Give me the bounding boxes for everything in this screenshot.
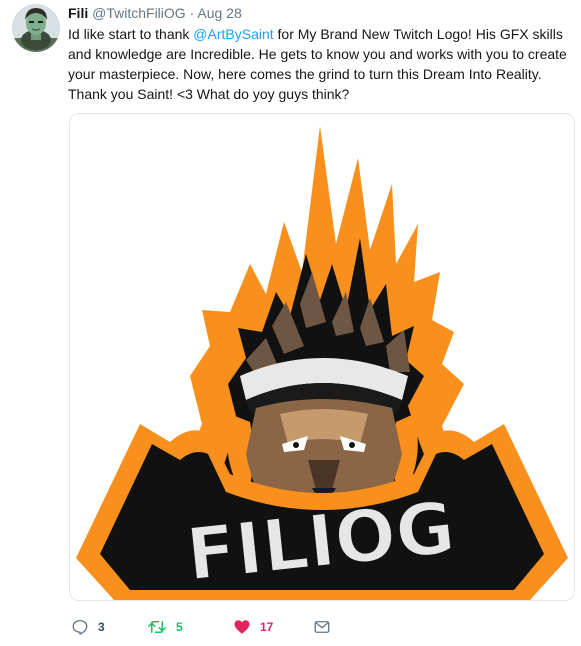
like-count: 17 xyxy=(260,620,274,634)
avatar[interactable] xyxy=(12,4,60,52)
tweet: Fili @TwitchFiliOG · Aug 28 Id like star… xyxy=(0,0,581,646)
envelope-icon xyxy=(314,621,330,633)
author-handle[interactable]: @TwitchFiliOG xyxy=(92,5,186,21)
tweet-content: Fili @TwitchFiliOG · Aug 28 Id like star… xyxy=(68,4,576,104)
avatar-image xyxy=(12,4,60,52)
tweet-text-part-1: Id like start to thank xyxy=(68,26,194,42)
reply-button[interactable]: 3 xyxy=(71,618,147,636)
like-button[interactable]: 17 xyxy=(233,618,313,636)
reply-count: 3 xyxy=(98,620,105,634)
filiog-logo-image: FILIOG xyxy=(76,126,568,600)
retweet-count: 5 xyxy=(176,620,183,634)
tweet-media-image[interactable]: FILIOG xyxy=(69,113,575,601)
tweet-actions: 3 5 17 xyxy=(71,616,331,638)
retweet-button[interactable]: 5 xyxy=(147,618,233,636)
header-separator: · xyxy=(189,5,195,21)
direct-message-button[interactable] xyxy=(313,618,331,636)
reply-icon xyxy=(72,619,88,635)
heart-icon xyxy=(234,620,250,634)
author-name[interactable]: Fili xyxy=(68,5,88,21)
retweet-icon xyxy=(148,621,166,633)
tweet-text: Id like start to thank @ArtBySaint for M… xyxy=(68,24,576,104)
tweet-timestamp[interactable]: Aug 28 xyxy=(197,5,241,21)
mention-link[interactable]: @ArtBySaint xyxy=(193,26,273,42)
tweet-header: Fili @TwitchFiliOG · Aug 28 xyxy=(68,4,576,22)
